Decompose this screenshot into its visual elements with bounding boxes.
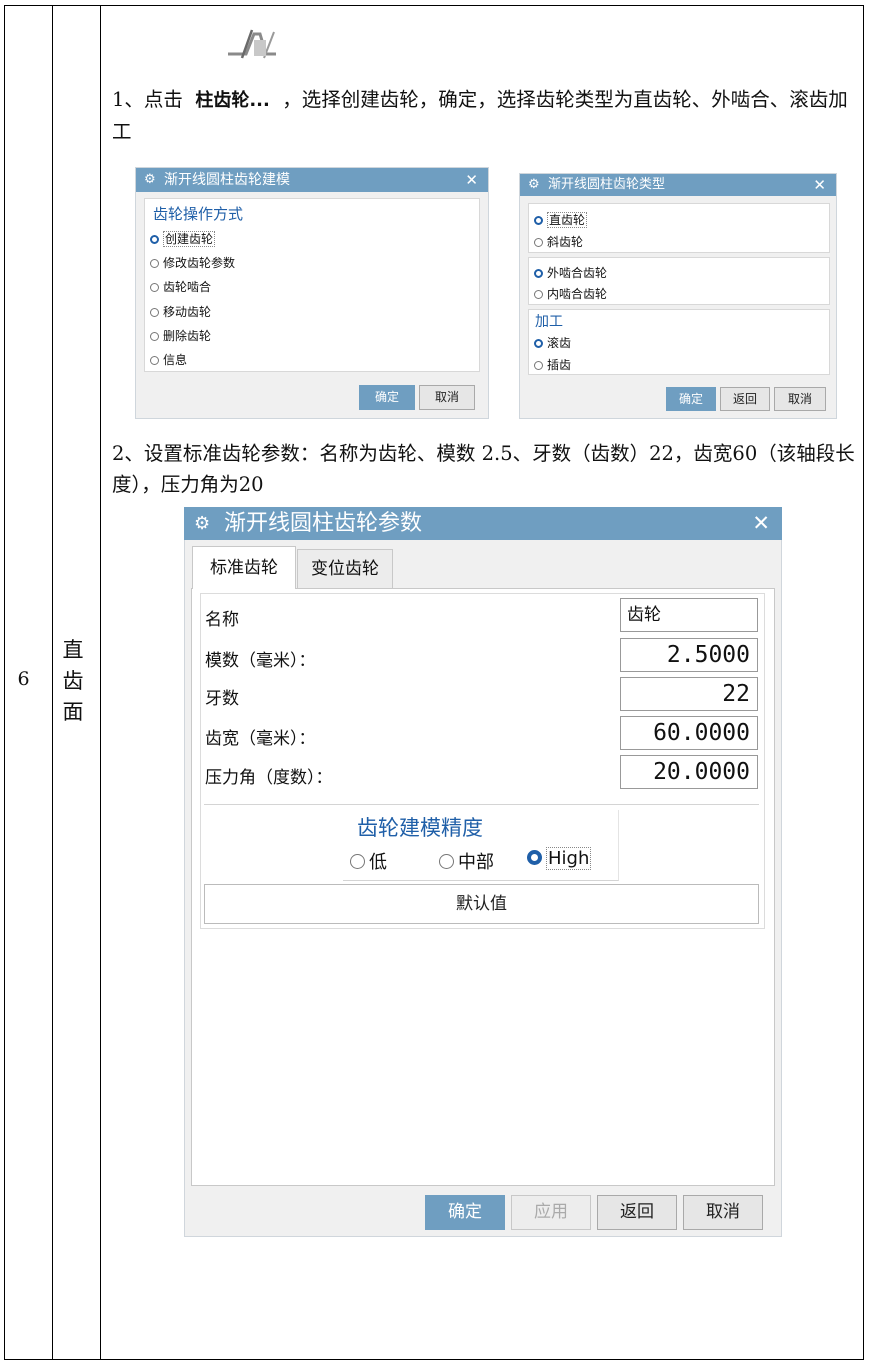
gear-tool-icon [228, 29, 276, 59]
radio-icon [150, 308, 159, 317]
cancel-button[interactable]: 取消 [419, 385, 475, 410]
radio-create-gear[interactable]: 创建齿轮 [150, 230, 216, 247]
mesh-type-panel: 外啮合齿轮 内啮合齿轮 [528, 257, 830, 305]
radio-icon [534, 361, 543, 370]
radio-precision-high[interactable]: High [527, 847, 592, 870]
radio-icon [150, 259, 159, 268]
radio-modify-gear[interactable]: 修改齿轮参数 [150, 254, 235, 271]
back-button[interactable]: 返回 [720, 387, 770, 411]
apply-button[interactable]: 应用 [511, 1195, 591, 1230]
row-number: 6 [17, 668, 30, 690]
name-field[interactable]: 齿轮 [620, 598, 758, 632]
tooth-type-panel: 直齿轮 斜齿轮 [528, 203, 830, 253]
radio-hobbing[interactable]: 滚齿 [534, 334, 571, 351]
radio-spur-gear[interactable]: 直齿轮 [534, 211, 588, 228]
module-field[interactable]: 2.5000 [620, 638, 758, 672]
step1-paragraph: 1、点击 柱齿轮... ，选择创建齿轮，确定，选择齿轮类型为直齿轮、外啮合、滚齿… [112, 84, 857, 147]
radio-icon [534, 238, 543, 247]
section-text: 直齿面 [62, 638, 84, 724]
radio-precision-medium[interactable]: 中部 [439, 848, 494, 874]
radio-info[interactable]: 信息 [150, 351, 187, 368]
radio-internal-mesh[interactable]: 内啮合齿轮 [534, 285, 607, 302]
radio-icon [150, 235, 159, 244]
dialog-titlebar: ⚙ 渐开线圆柱齿轮建模 ✕ [136, 168, 488, 192]
gear-type-dialog: ⚙ 渐开线圆柱齿轮类型 ✕ 直齿轮 斜齿轮 外啮合齿轮 内啮合齿轮 加工 滚齿 … [519, 173, 837, 419]
dialog-title: 渐开线圆柱齿轮类型 [548, 177, 666, 192]
radio-helical-gear[interactable]: 斜齿轮 [534, 233, 583, 250]
face-width-label: 齿宽（毫米）： [205, 729, 316, 749]
radio-shaping[interactable]: 插齿 [534, 356, 571, 373]
step1-text: 1、点击 [112, 88, 183, 111]
ok-button[interactable]: 确定 [425, 1195, 505, 1230]
gear-icon: ⚙ [528, 177, 540, 192]
gear-modeling-dialog: ⚙ 渐开线圆柱齿轮建模 ✕ 齿轮操作方式 创建齿轮 修改齿轮参数 齿轮啮合 移动… [135, 167, 489, 419]
ok-button[interactable]: 确定 [666, 387, 716, 411]
radio-icon [534, 216, 543, 225]
radio-icon [534, 290, 543, 299]
radio-icon [534, 339, 543, 348]
cancel-button[interactable]: 取消 [683, 1195, 763, 1230]
process-panel: 加工 滚齿 插齿 [528, 309, 830, 375]
column-divider [100, 6, 101, 1359]
gear-icon: ⚙ [194, 513, 211, 534]
precision-group-label: 齿轮建模精度 [357, 816, 483, 840]
section-label: 直齿面 [49, 635, 97, 728]
group-label: 齿轮操作方式 [153, 205, 244, 223]
radio-gear-mesh[interactable]: 齿轮啮合 [150, 278, 211, 295]
face-width-field[interactable]: 60.0000 [620, 716, 758, 750]
dialog-titlebar: ⚙ 渐开线圆柱齿轮类型 ✕ [520, 174, 836, 196]
divider [204, 804, 759, 805]
radio-icon [150, 332, 159, 341]
tab-modified-gear[interactable]: 变位齿轮 [297, 549, 393, 588]
radio-icon [534, 269, 543, 278]
group-label: 加工 [535, 314, 563, 330]
pressure-angle-field[interactable]: 20.0000 [620, 755, 758, 789]
module-label: 模数（毫米）： [205, 651, 316, 671]
radio-precision-low[interactable]: 低 [350, 848, 387, 874]
step2-paragraph: 2、设置标准齿轮参数：名称为齿轮、模数 2.5、牙数（齿数）22，齿宽60（该轴… [112, 442, 855, 496]
cancel-button[interactable]: 取消 [774, 387, 826, 411]
radio-icon [439, 854, 454, 869]
tab-standard-gear[interactable]: 标准齿轮 [192, 546, 296, 589]
default-values-button[interactable]: 默认值 [204, 884, 759, 924]
close-icon[interactable]: ✕ [752, 507, 770, 540]
gear-icon: ⚙ [144, 172, 156, 187]
ok-button[interactable]: 确定 [359, 385, 415, 410]
radio-icon [350, 854, 365, 869]
radio-move-gear[interactable]: 移动齿轮 [150, 303, 211, 320]
pressure-angle-label: 压力角（度数）： [205, 768, 333, 788]
radio-icon [150, 283, 159, 292]
close-icon[interactable]: ✕ [813, 174, 826, 196]
name-label: 名称 [205, 610, 239, 630]
operation-panel: 齿轮操作方式 创建齿轮 修改齿轮参数 齿轮啮合 移动齿轮 删除齿轮 信息 [144, 198, 480, 372]
radio-delete-gear[interactable]: 删除齿轮 [150, 327, 211, 344]
teeth-field[interactable]: 22 [620, 677, 758, 711]
back-button[interactable]: 返回 [597, 1195, 677, 1230]
radio-external-mesh[interactable]: 外啮合齿轮 [534, 264, 607, 281]
radio-icon [527, 850, 542, 865]
dialog-titlebar: ⚙ 渐开线圆柱齿轮参数 ✕ [184, 507, 782, 540]
gear-command-link[interactable]: 柱齿轮... [195, 90, 270, 111]
dialog-title: 渐开线圆柱齿轮参数 [224, 511, 423, 536]
radio-icon [150, 356, 159, 365]
teeth-label: 牙数 [205, 689, 239, 709]
close-icon[interactable]: ✕ [465, 168, 478, 192]
dialog-title: 渐开线圆柱齿轮建模 [164, 172, 290, 188]
